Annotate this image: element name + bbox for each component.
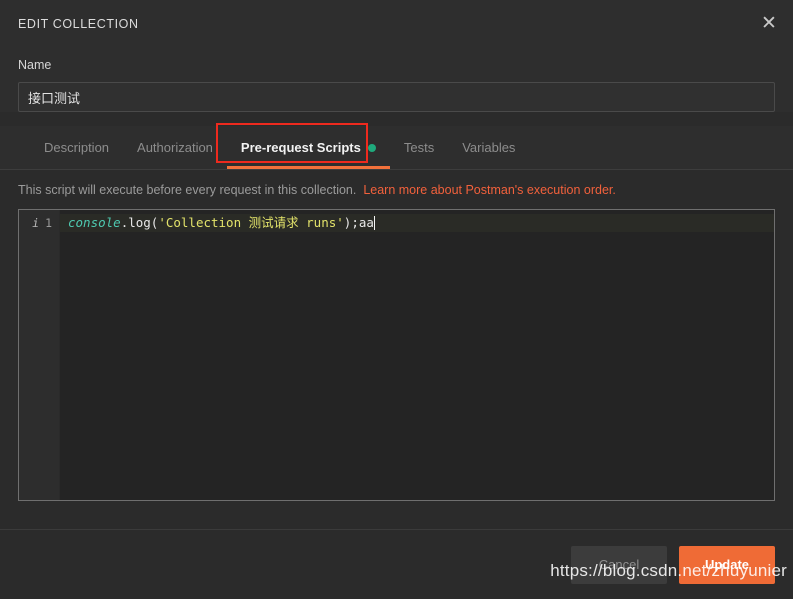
line-number: 1 xyxy=(45,216,52,230)
code-editor[interactable]: i 1 console .log( 'Collection 测试请求 runs'… xyxy=(18,209,775,501)
cancel-button[interactable]: Cancel xyxy=(571,545,667,584)
tab-bar: Description Authorization Pre-request Sc… xyxy=(0,123,793,170)
code-token-object: console xyxy=(68,215,121,230)
text-cursor xyxy=(373,216,375,230)
edit-collection-modal: EDIT COLLECTION ✕ Name Description Autho… xyxy=(0,0,793,599)
tab-label: Description xyxy=(44,140,110,155)
modal-footer: Cancel Update xyxy=(0,529,793,599)
tab-pre-request-scripts[interactable]: Pre-request Scripts xyxy=(226,126,390,169)
tab-variables[interactable]: Variables xyxy=(448,126,529,169)
editor-code-area[interactable]: console .log( 'Collection 测试请求 runs' );a… xyxy=(60,210,774,500)
tab-label: Tests xyxy=(403,140,435,155)
update-button[interactable]: Update xyxy=(679,545,775,584)
script-present-dot-icon xyxy=(367,143,376,152)
tab-authorization[interactable]: Authorization xyxy=(123,126,227,169)
code-token-plain: );aa xyxy=(343,215,374,230)
name-label: Name xyxy=(18,58,52,72)
tab-description[interactable]: Description xyxy=(30,126,123,169)
tab-label: Pre-request Scripts xyxy=(240,140,361,155)
modal-body: Name Description Authorization Pre-reque… xyxy=(0,48,793,529)
tab-tests[interactable]: Tests xyxy=(390,126,448,169)
close-icon[interactable]: ✕ xyxy=(755,9,783,37)
code-token-plain: .log( xyxy=(120,215,159,230)
page-title: EDIT COLLECTION xyxy=(18,17,139,31)
code-token-string: 'Collection 测试请求 runs' xyxy=(158,215,344,230)
editor-bottom-spacer xyxy=(0,501,793,529)
tab-label: Variables xyxy=(462,140,516,155)
modal-header: EDIT COLLECTION ✕ xyxy=(0,0,793,48)
info-icon[interactable]: i xyxy=(32,214,39,232)
tab-label: Authorization xyxy=(137,140,213,155)
collection-name-input[interactable] xyxy=(18,82,775,112)
editor-gutter: i 1 xyxy=(19,210,60,500)
script-help-text: This script will execute before every re… xyxy=(0,170,793,209)
name-field-block: Name xyxy=(0,48,793,112)
help-text: This script will execute before every re… xyxy=(18,183,357,197)
gutter-line: i 1 xyxy=(19,214,59,232)
code-line: console .log( 'Collection 测试请求 runs' );a… xyxy=(60,214,774,232)
execution-order-link[interactable]: Learn more about Postman's execution ord… xyxy=(363,183,616,197)
